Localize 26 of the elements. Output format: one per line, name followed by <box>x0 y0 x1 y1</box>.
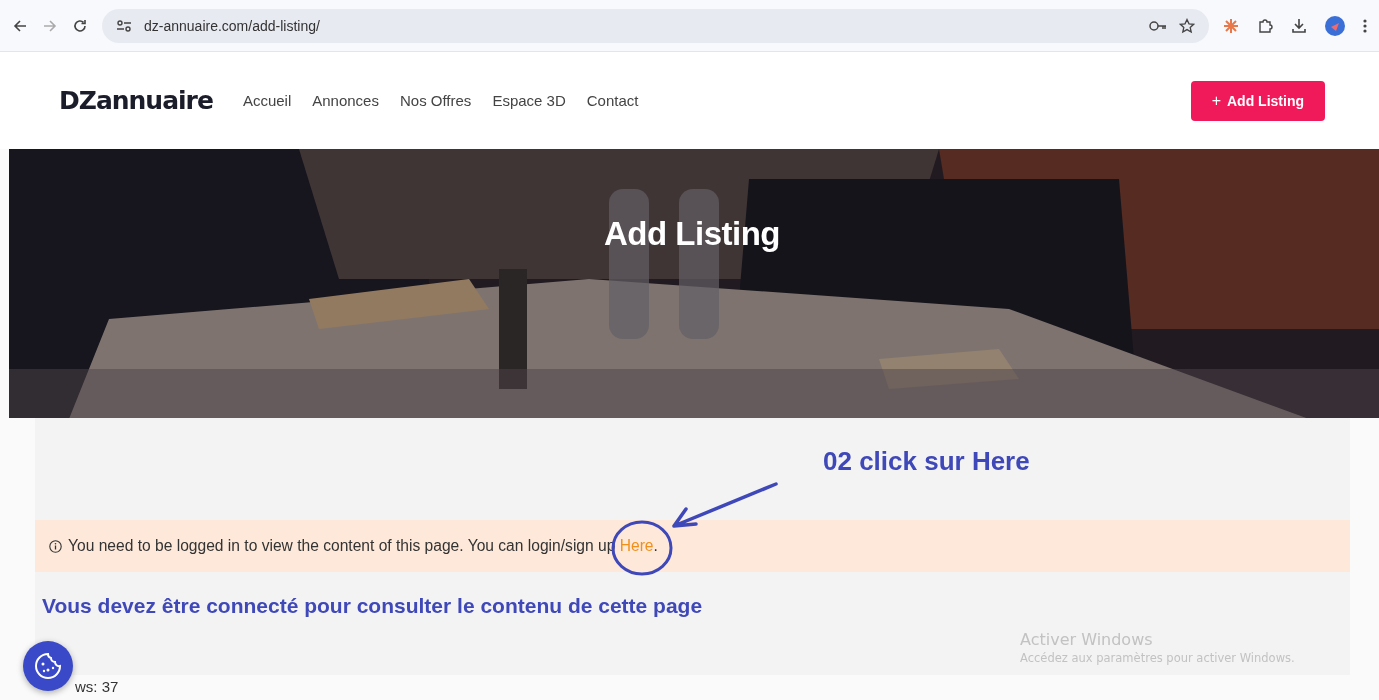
page-title: Add Listing <box>603 214 781 253</box>
nav-link[interactable]: Espace 3D <box>492 92 566 109</box>
site-settings-icon[interactable] <box>116 18 132 33</box>
nav-link[interactable]: Accueil <box>242 92 292 109</box>
info-icon <box>49 539 62 553</box>
add-listing-button[interactable]: + Add Listing <box>1190 80 1325 121</box>
download-icon[interactable] <box>1291 17 1307 34</box>
nav-link[interactable]: Nos Offres <box>399 92 472 109</box>
views-count: ws: 37 <box>75 678 119 695</box>
puzzle-icon[interactable] <box>1257 17 1273 34</box>
sparkle-icon[interactable] <box>1223 17 1239 34</box>
profile-avatar-icon[interactable] <box>1325 15 1345 36</box>
menu-icon[interactable] <box>1363 17 1367 34</box>
nav-link[interactable]: Annonces <box>312 92 379 109</box>
star-icon[interactable] <box>1179 17 1195 34</box>
url-text: dz-annuaire.com/add-listing/ <box>144 17 321 34</box>
back-icon[interactable] <box>12 17 28 34</box>
reload-icon[interactable] <box>72 17 88 34</box>
annotation-text: 02 click sur Here <box>823 446 1030 477</box>
cookie-icon <box>33 651 63 681</box>
annotation-caption: Vous devez être connecté pour consulter le contenu de cette page <box>42 594 703 618</box>
cookie-button[interactable] <box>23 641 73 691</box>
key-icon[interactable] <box>1149 19 1167 32</box>
nav-link[interactable]: Contact <box>586 92 639 109</box>
address-bar[interactable]: dz-annuaire.com/add-listing/ <box>102 8 1209 43</box>
site-logo[interactable]: DZannuaire <box>59 86 213 115</box>
